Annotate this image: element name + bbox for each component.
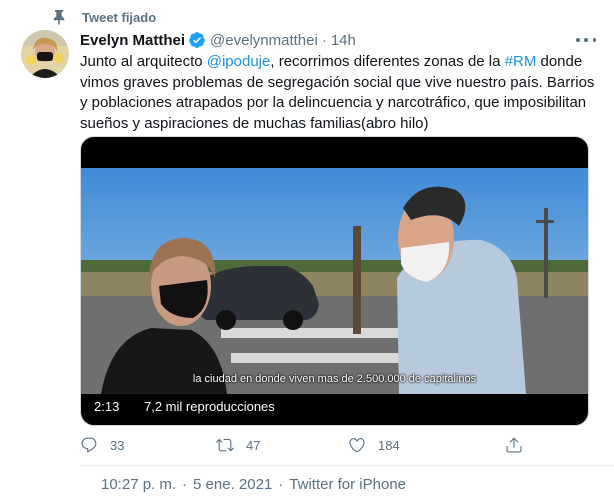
tweet-text-part: , recorrimos diferentes zonas de la [270, 53, 505, 70]
video-frame [81, 168, 588, 394]
footer-separator: · [182, 476, 188, 493]
avatar[interactable] [21, 30, 69, 78]
tweet-header: Evelyn Matthei @evelynmatthei · 14h [80, 30, 600, 50]
video-player[interactable]: la ciudad en donde viven mas de 2.500.00… [80, 136, 589, 426]
divider [80, 465, 614, 466]
footer-source[interactable]: Twitter for iPhone [289, 476, 406, 493]
video-duration: 2:13 [94, 399, 120, 414]
tweet-time[interactable]: 14h [331, 32, 356, 49]
reply-count: 33 [110, 437, 125, 453]
more-options-icon[interactable] [576, 32, 596, 48]
reply-icon [81, 437, 97, 453]
share-button[interactable] [505, 434, 535, 456]
mention-link[interactable]: @ipoduje [207, 53, 271, 70]
header-separator: · [321, 31, 327, 49]
pin-icon [52, 9, 66, 25]
like-count: 184 [378, 437, 400, 453]
retweet-icon [216, 438, 234, 452]
like-button[interactable]: 184 [348, 434, 400, 456]
share-icon [506, 437, 522, 453]
pinned-label: Tweet fijado [82, 9, 157, 25]
like-icon [349, 438, 365, 453]
retweet-button[interactable]: 47 [216, 434, 260, 456]
tweet-text-part: Junto al arquitecto [80, 53, 207, 70]
author-handle[interactable]: @evelynmatthei [210, 32, 318, 49]
retweet-count: 47 [246, 437, 261, 453]
verified-badge-icon [188, 31, 206, 49]
tweet-actions: 33 47 184 [80, 434, 600, 456]
footer-date[interactable]: 5 ene. 2021 [193, 476, 272, 493]
footer-separator: · [278, 476, 284, 493]
tweet-text: Junto al arquitecto @ipoduje, recorrimos… [80, 52, 600, 134]
pinned-indicator: Tweet fijado [52, 7, 156, 27]
video-caption: la ciudad en donde viven mas de 2.500.00… [192, 373, 477, 385]
author-name[interactable]: Evelyn Matthei [80, 32, 185, 49]
hashtag-link[interactable]: #RM [505, 53, 537, 70]
tweet-footer: 10:27 p. m. · 5 ene. 2021 · Twitter for iPho… [101, 476, 406, 493]
reply-button[interactable]: 33 [80, 434, 124, 456]
footer-time[interactable]: 10:27 p. m. [101, 476, 176, 493]
video-views: 7,2 mil reproducciones [144, 399, 275, 414]
